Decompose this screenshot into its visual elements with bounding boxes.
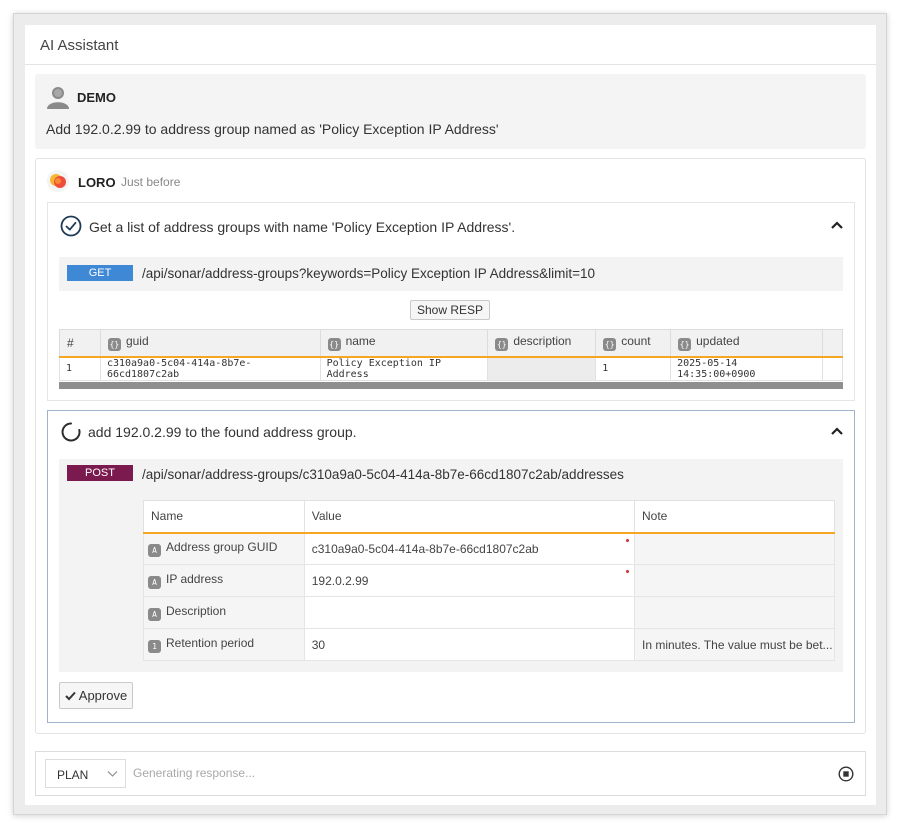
column-header: Note <box>634 500 835 534</box>
column-header[interactable]: {} name <box>319 329 489 358</box>
table-cell: 2025-05-14 14:35:00+0900 <box>670 356 823 381</box>
show-response-button[interactable]: Show RESP <box>410 300 490 320</box>
step-add-address: add 192.0.2.99 to the found address grou… <box>47 410 855 723</box>
request-url: /api/sonar/address-groups/c310a9a0-5c04-… <box>142 467 624 482</box>
object-type-icon: {} <box>107 338 121 352</box>
column-header: Name <box>143 500 305 534</box>
mode-select[interactable]: PLAN <box>45 759 126 788</box>
parameters-table: Name Value Note A Address group GUID c310… <box>143 500 835 661</box>
param-note <box>634 596 835 629</box>
table-row[interactable]: 1 c310a9a0-5c04-414a-8b7e-66cd1807c2ab P… <box>59 356 844 381</box>
column-header[interactable]: {} guid <box>99 329 321 358</box>
prompt-input[interactable]: Generating response... <box>133 766 255 780</box>
param-note: In minutes. The value must be bet... <box>634 628 835 661</box>
string-type-icon: A <box>148 608 161 621</box>
request-panel: POST /api/sonar/address-groups/c310a9a0-… <box>59 459 843 672</box>
table-cell: c310a9a0-5c04-414a-8b7e-66cd1807c2ab <box>99 356 321 381</box>
panel-title: AI Assistant <box>25 25 876 65</box>
user-message: DEMO Add 192.0.2.99 to address group nam… <box>35 74 866 149</box>
table-cell: 1 <box>59 356 101 381</box>
horizontal-scrollbar[interactable] <box>59 382 843 389</box>
method-badge-get: GET <box>67 265 133 281</box>
table-cell <box>487 356 597 381</box>
column-header[interactable]: {} count <box>595 329 672 358</box>
param-value-cell <box>303 596 636 629</box>
step-title: add 192.0.2.99 to the found address grou… <box>88 424 357 440</box>
param-row: 1 Retention period 30 In minutes. The val… <box>143 628 835 661</box>
param-row: A Address group GUID c310a9a0-5c04-414a-8… <box>143 532 835 565</box>
column-header[interactable]: {} description <box>487 329 597 358</box>
object-type-icon: {} <box>678 338 692 352</box>
response-table: # {} guid {} name {} description {} count {}… <box>59 329 844 381</box>
required-marker <box>626 538 629 542</box>
description-input[interactable] <box>306 600 632 625</box>
step-title: Get a list of address groups with name '… <box>89 219 516 235</box>
param-label: A Address group GUID <box>143 532 305 565</box>
column-header[interactable]: # <box>59 329 101 358</box>
chevron-down-icon <box>107 771 118 777</box>
assistant-window: AI Assistant DEMO Add 192.0.2.99 to addr… <box>13 13 887 815</box>
number-type-icon: 1 <box>148 640 161 653</box>
param-label: 1 Retention period <box>143 628 305 661</box>
assistant-panel: AI Assistant DEMO Add 192.0.2.99 to addr… <box>25 25 876 805</box>
bot-message: LORO Just before Get a list of address g… <box>35 158 866 734</box>
string-type-icon: A <box>148 544 161 558</box>
bot-name: LORO <box>78 175 116 190</box>
spinner-icon <box>61 422 81 442</box>
object-type-icon: {} <box>495 338 509 352</box>
param-row: A IP address 192.0.2.99 <box>143 564 835 597</box>
stop-circle-icon[interactable] <box>838 766 854 782</box>
param-label: A Description <box>143 596 305 629</box>
column-header: Value <box>303 500 636 534</box>
table-cell: Policy Exception IP Address <box>319 356 489 381</box>
string-type-icon: A <box>148 576 161 589</box>
loro-logo-icon <box>47 170 69 192</box>
request-url: /api/sonar/address-groups?keywords=Polic… <box>142 266 595 281</box>
param-note <box>634 532 835 565</box>
ip-address-input[interactable]: 192.0.2.99 <box>306 568 632 593</box>
object-type-icon: {} <box>327 338 341 352</box>
param-value-cell: 192.0.2.99 <box>303 564 636 597</box>
step-get-address-groups: Get a list of address groups with name '… <box>47 202 855 401</box>
object-type-icon: {} <box>603 338 617 352</box>
required-marker <box>626 570 629 573</box>
column-header[interactable]: {} updated <box>670 329 823 358</box>
chevron-up-icon[interactable] <box>830 425 844 437</box>
user-message-text: Add 192.0.2.99 to address group named as… <box>46 121 499 137</box>
request-line: GET /api/sonar/address-groups?keywords=P… <box>59 257 843 291</box>
user-avatar-icon <box>47 87 69 109</box>
check-icon <box>65 691 76 701</box>
address-group-guid-input[interactable]: c310a9a0-5c04-414a-8b7e-66cd1807c2ab <box>306 536 632 561</box>
mode-value: PLAN <box>57 768 89 782</box>
param-value-cell: c310a9a0-5c04-414a-8b7e-66cd1807c2ab <box>303 532 636 565</box>
bot-timestamp: Just before <box>121 175 181 189</box>
check-circle-icon <box>60 215 82 237</box>
param-label: A IP address <box>143 564 305 597</box>
user-name: DEMO <box>77 90 116 105</box>
approve-label: Approve <box>78 688 128 703</box>
table-cell <box>821 356 844 381</box>
param-note <box>634 564 835 597</box>
composer: PLAN Generating response... <box>35 751 866 796</box>
approve-button[interactable]: Approve <box>59 682 133 709</box>
table-cell: 1 <box>595 356 672 381</box>
method-badge-post: POST <box>67 465 133 481</box>
chevron-up-icon[interactable] <box>830 219 844 231</box>
param-row: A Description <box>143 596 835 629</box>
column-header-spacer <box>821 329 844 358</box>
retention-period-input[interactable]: 30 <box>306 632 632 657</box>
param-value-cell: 30 <box>303 628 636 661</box>
